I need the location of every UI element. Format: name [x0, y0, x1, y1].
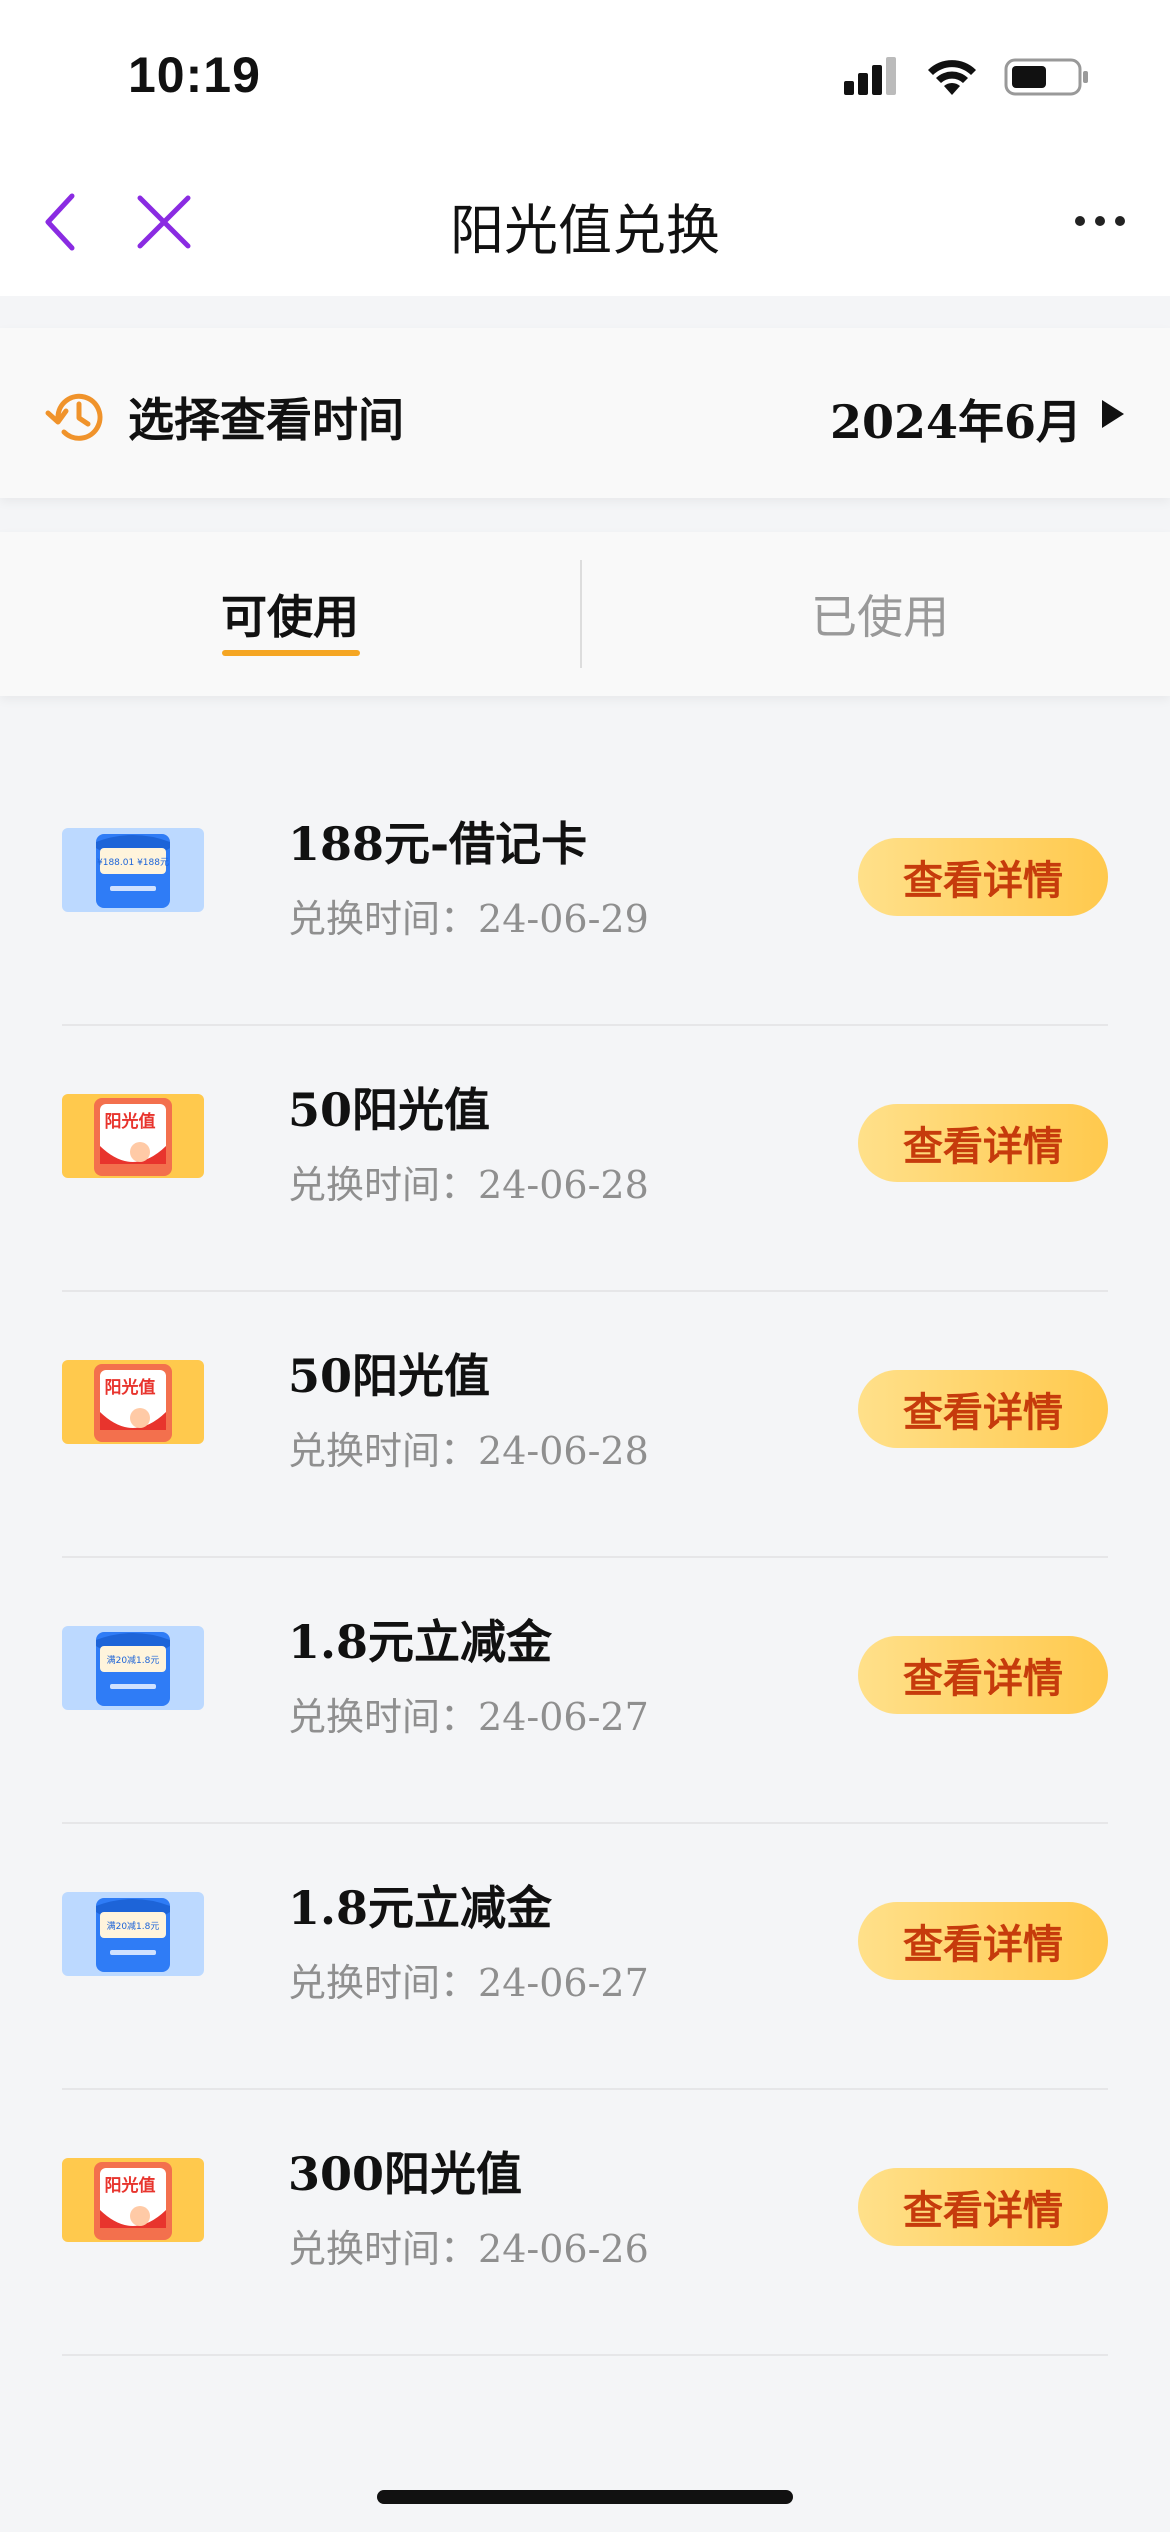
exchange-list: ¥188.01 ¥188元 188元-借记卡 兑换时间：24-06-29 查看详… [62, 760, 1108, 2356]
more-dot [1095, 216, 1105, 226]
page-title: 阳光值兑换 [450, 199, 720, 262]
battery-icon [1004, 58, 1088, 96]
item-time-prefix: 兑换时间： [288, 2227, 479, 2271]
view-details-button[interactable]: 查看详情 [858, 838, 1108, 916]
tab-used[interactable]: 已使用 [590, 532, 1170, 696]
signal-icon [844, 57, 896, 95]
coupon-thumbnail: 阳光值 [62, 2158, 204, 2242]
list-item: 阳光值 300阳光值 兑换时间：24-06-26 查看详情 [62, 2090, 1108, 2356]
item-date: 24-06-27 [478, 1695, 649, 1739]
tabs: 可使用 已使用 [0, 532, 1170, 696]
view-details-button[interactable]: 查看详情 [858, 1636, 1108, 1714]
item-date: 24-06-26 [478, 2227, 649, 2271]
coupon-thumbnail: 阳光值 [62, 1360, 204, 1444]
triangle-right-icon [1102, 400, 1124, 428]
item-title: 50阳光值 [288, 1349, 491, 1403]
item-time-prefix: 兑换时间： [288, 1429, 479, 1473]
coupon-thumbnail: ¥188.01 ¥188元 [62, 828, 204, 912]
list-item: 阳光值 50阳光值 兑换时间：24-06-28 查看详情 [62, 1026, 1108, 1292]
tab-divider [580, 560, 582, 668]
wifi-icon [928, 60, 976, 95]
coupon-thumbnail: 满20减1.8元 [62, 1892, 204, 1976]
svg-text:¥188.01 ¥188元: ¥188.01 ¥188元 [97, 858, 169, 868]
list-item: 满20减1.8元 1.8元立减金 兑换时间：24-06-27 查看详情 [62, 1824, 1108, 2090]
tab-active-indicator [222, 650, 360, 656]
item-time: 兑换时间：24-06-28 [288, 1154, 649, 1209]
view-details-button[interactable]: 查看详情 [858, 1370, 1108, 1448]
svg-text:满20减1.8元: 满20减1.8元 [107, 1920, 160, 1932]
coupon-thumbnail: 满20减1.8元 [62, 1626, 204, 1710]
view-details-button[interactable]: 查看详情 [858, 1902, 1108, 1980]
time-filter[interactable]: 选择查看时间 2024年6月 [0, 328, 1170, 498]
clock-history-icon [45, 393, 103, 441]
item-time-prefix: 兑换时间： [288, 897, 479, 941]
view-details-button[interactable]: 查看详情 [858, 1104, 1108, 1182]
blue-envelope-icon: 满20减1.8元 [62, 1626, 204, 1710]
item-date: 24-06-29 [478, 897, 649, 941]
list-item: 满20减1.8元 1.8元立减金 兑换时间：24-06-27 查看详情 [62, 1558, 1108, 1824]
tab-available[interactable]: 可使用 [0, 532, 580, 696]
sunshine-envelope-icon: 阳光值 [62, 1360, 204, 1444]
status-icons [842, 55, 1090, 99]
list-item: 阳光值 50阳光值 兑换时间：24-06-28 查看详情 [62, 1292, 1108, 1558]
item-time-prefix: 兑换时间： [288, 1163, 479, 1207]
sunshine-envelope-icon: 阳光值 [62, 2158, 204, 2242]
view-details-button[interactable]: 查看详情 [858, 2168, 1108, 2246]
more-dot [1115, 216, 1125, 226]
item-time: 兑换时间：24-06-26 [288, 2218, 649, 2273]
time-filter-value[interactable]: 2024年6月 [830, 386, 1082, 452]
item-title: 1.8元立减金 [288, 1615, 553, 1669]
more-icon [1075, 216, 1085, 226]
svg-text:阳光值: 阳光值 [105, 1111, 156, 1132]
item-time-prefix: 兑换时间： [288, 1961, 479, 2005]
more-button[interactable] [1060, 186, 1140, 256]
item-time: 兑换时间：24-06-27 [288, 1686, 649, 1741]
item-date: 24-06-27 [478, 1961, 649, 2005]
coupon-thumbnail: 阳光值 [62, 1094, 204, 1178]
status-time: 10:19 [128, 47, 261, 103]
svg-text:阳光值: 阳光值 [105, 1377, 156, 1398]
item-time: 兑换时间：24-06-29 [288, 888, 649, 943]
item-title: 188元-借记卡 [288, 817, 588, 871]
item-date: 24-06-28 [478, 1429, 649, 1473]
item-title: 1.8元立减金 [288, 1881, 553, 1935]
home-indicator[interactable] [377, 2490, 793, 2504]
svg-text:满20减1.8元: 满20减1.8元 [107, 1654, 160, 1666]
blue-envelope-icon: ¥188.01 ¥188元 [62, 828, 204, 912]
item-time: 兑换时间：24-06-28 [288, 1420, 649, 1475]
item-title: 300阳光值 [288, 2147, 523, 2201]
item-date: 24-06-28 [478, 1163, 649, 1207]
status-bar: 10:19 [0, 0, 1170, 150]
list-item: ¥188.01 ¥188元 188元-借记卡 兑换时间：24-06-29 查看详… [62, 760, 1108, 1026]
item-title: 50阳光值 [288, 1083, 491, 1137]
blue-envelope-icon: 满20减1.8元 [62, 1892, 204, 1976]
item-time-prefix: 兑换时间： [288, 1695, 479, 1739]
item-time: 兑换时间：24-06-27 [288, 1952, 649, 2007]
svg-text:阳光值: 阳光值 [105, 2175, 156, 2196]
time-filter-label: 选择查看时间 [128, 393, 404, 447]
nav-bar: 阳光值兑换 [0, 150, 1170, 296]
sunshine-envelope-icon: 阳光值 [62, 1094, 204, 1178]
